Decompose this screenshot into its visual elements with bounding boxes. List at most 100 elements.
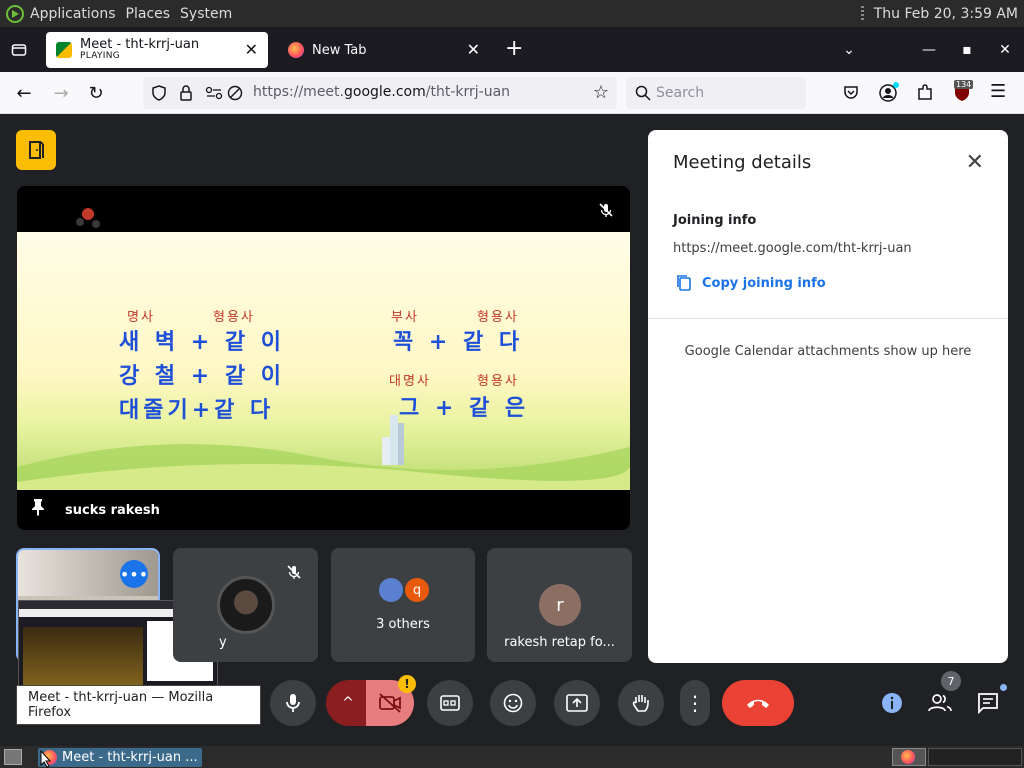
chat-button[interactable] xyxy=(965,680,1011,726)
mic-muted-icon xyxy=(598,202,614,222)
slide-header: 명사 xyxy=(127,310,155,325)
present-screen-icon xyxy=(566,694,588,712)
close-panel-icon[interactable]: ✕ xyxy=(966,150,984,175)
present-screen-button[interactable] xyxy=(554,680,600,726)
slide-line: 강 철 + 같 이 xyxy=(119,363,286,389)
slide-header: 형용사 xyxy=(477,374,519,389)
microphone-button[interactable] xyxy=(270,680,316,726)
participant-avatar xyxy=(217,576,275,634)
more-options-button[interactable]: ⋮ xyxy=(680,680,710,726)
leave-call-button[interactable] xyxy=(722,680,794,726)
show-desktop-icon[interactable] xyxy=(4,749,22,765)
slide-header: 부사 xyxy=(391,310,419,325)
bookmark-star-icon[interactable]: ☆ xyxy=(593,82,609,103)
panel-title: Meeting details xyxy=(673,152,812,173)
participant-count-badge: 7 xyxy=(941,671,961,691)
taskbar-item-label: Meet - tht-krrj-uan ... xyxy=(62,750,198,765)
more-options-icon[interactable]: ••• xyxy=(120,560,148,588)
workspace-empty[interactable] xyxy=(928,748,1022,766)
microphone-icon xyxy=(286,694,300,712)
taskbar-window-item[interactable]: Meet - tht-krrj-uan ... xyxy=(38,748,202,767)
menu-applications[interactable]: Applications xyxy=(30,6,116,22)
lock-icon[interactable] xyxy=(179,85,193,101)
raise-hand-button[interactable] xyxy=(618,680,664,726)
participant-tile[interactable]: r rakesh retap fo... xyxy=(487,548,632,662)
meeting-link: https://meet.google.com/tht-krrj-uan xyxy=(673,241,912,256)
info-icon xyxy=(882,693,902,713)
url-bar[interactable]: https://meet.google.com/tht-krrj-uan ☆ xyxy=(143,77,617,109)
forward-arrow-icon[interactable]: → xyxy=(48,80,74,106)
camera-warning-icon[interactable]: ! xyxy=(398,675,416,693)
captions-button[interactable] xyxy=(427,680,473,726)
others-tile[interactable]: q 3 others xyxy=(331,548,475,662)
pin-icon[interactable] xyxy=(31,498,45,520)
system-top-bar: Applications Places System Thu Feb 20, 3… xyxy=(0,0,1024,27)
search-placeholder: Search xyxy=(656,85,705,101)
door-icon xyxy=(29,141,44,159)
url-text[interactable]: https://meet.google.com/tht-krrj-uan xyxy=(253,84,510,100)
mic-muted-icon xyxy=(286,564,302,584)
camera-blocked-icon[interactable] xyxy=(227,85,243,101)
desktop: Applications Places System Thu Feb 20, 3… xyxy=(0,0,1024,768)
participant-name: y xyxy=(219,635,227,650)
hand-icon xyxy=(632,695,649,712)
camera-off-icon xyxy=(379,693,401,713)
preview-video xyxy=(23,627,143,693)
search-input[interactable]: Search xyxy=(626,77,806,109)
tab-title: Meet - tht-krrj-uan xyxy=(80,36,200,52)
hang-up-icon xyxy=(747,699,769,708)
meeting-details-button[interactable] xyxy=(869,680,915,726)
more-vert-icon: ⋮ xyxy=(685,691,705,715)
new-tab-plus-icon[interactable]: + xyxy=(505,38,523,60)
hamburger-menu-icon[interactable]: ☰ xyxy=(990,81,1006,102)
shield-icon[interactable] xyxy=(151,85,167,101)
clock[interactable]: Thu Feb 20, 3:59 AM xyxy=(874,6,1018,22)
reload-icon[interactable]: ↻ xyxy=(83,80,109,106)
firefox-favicon-icon xyxy=(288,42,304,58)
meet-call-area: 명사 형용사 새 벽 + 같 이 강 철 + 같 이 대줄기+같 다 부사 형용… xyxy=(0,114,1024,746)
participant-avatar xyxy=(377,576,405,604)
list-all-tabs-chevron-icon[interactable]: ⌄ xyxy=(830,27,868,72)
firefox-view-button[interactable] xyxy=(0,27,38,72)
copy-joining-info-button[interactable]: Copy joining info xyxy=(676,274,826,292)
participant-avatar: q xyxy=(403,576,431,604)
divider xyxy=(648,318,1008,319)
people-icon xyxy=(928,694,952,712)
minimize-window-icon[interactable]: — xyxy=(910,27,948,72)
maximize-window-icon[interactable]: ▪ xyxy=(948,27,986,72)
slide-header: 형용사 xyxy=(477,310,519,325)
meeting-door-button[interactable] xyxy=(16,130,56,170)
participant-tile[interactable]: y xyxy=(173,548,318,662)
chat-icon xyxy=(978,693,998,714)
camera-options-button[interactable]: ^ xyxy=(326,680,370,726)
copy-label: Copy joining info xyxy=(702,275,826,291)
navigation-toolbar: ← → ↻ https://meet.google.com/tht-krrj-u… xyxy=(0,72,1024,114)
slide-line: 꼭 + 같 다 xyxy=(393,329,524,355)
meeting-details-panel: Meeting details ✕ Joining info https://m… xyxy=(648,130,1008,663)
close-tab-icon[interactable]: ✕ xyxy=(245,40,258,60)
tab-meet[interactable]: Meet - tht-krrj-uan PLAYING ✕ xyxy=(46,32,268,68)
reactions-button[interactable] xyxy=(490,680,536,726)
extensions-puzzle-icon[interactable] xyxy=(916,84,934,102)
participant-name: rakesh retap fo... xyxy=(504,635,615,650)
menu-system[interactable]: System xyxy=(180,6,232,22)
pocket-icon[interactable] xyxy=(843,85,859,101)
emoji-icon xyxy=(503,693,523,713)
tab-title: New Tab xyxy=(312,42,367,58)
participant-avatar: r xyxy=(539,584,581,626)
decor-flowers-icon xyxy=(76,208,100,228)
distro-logo-icon[interactable] xyxy=(6,4,24,23)
firefox-workspace-icon xyxy=(901,750,915,764)
tab-new-tab[interactable]: New Tab ✕ xyxy=(278,32,490,68)
back-arrow-icon[interactable]: ← xyxy=(11,80,37,106)
panel-handle-icon xyxy=(860,5,864,22)
close-window-icon[interactable]: ✕ xyxy=(986,27,1024,72)
slide-line: 대줄기+같 다 xyxy=(119,397,275,423)
chat-unread-dot-icon xyxy=(1000,684,1007,691)
permissions-icon[interactable] xyxy=(205,85,223,101)
main-video-tile[interactable]: 명사 형용사 새 벽 + 같 이 강 철 + 같 이 대줄기+같 다 부사 형용… xyxy=(17,186,630,530)
close-tab-icon[interactable]: ✕ xyxy=(467,40,480,60)
mouse-cursor-icon xyxy=(40,750,52,768)
menu-places[interactable]: Places xyxy=(126,6,171,22)
copy-icon xyxy=(677,275,691,291)
